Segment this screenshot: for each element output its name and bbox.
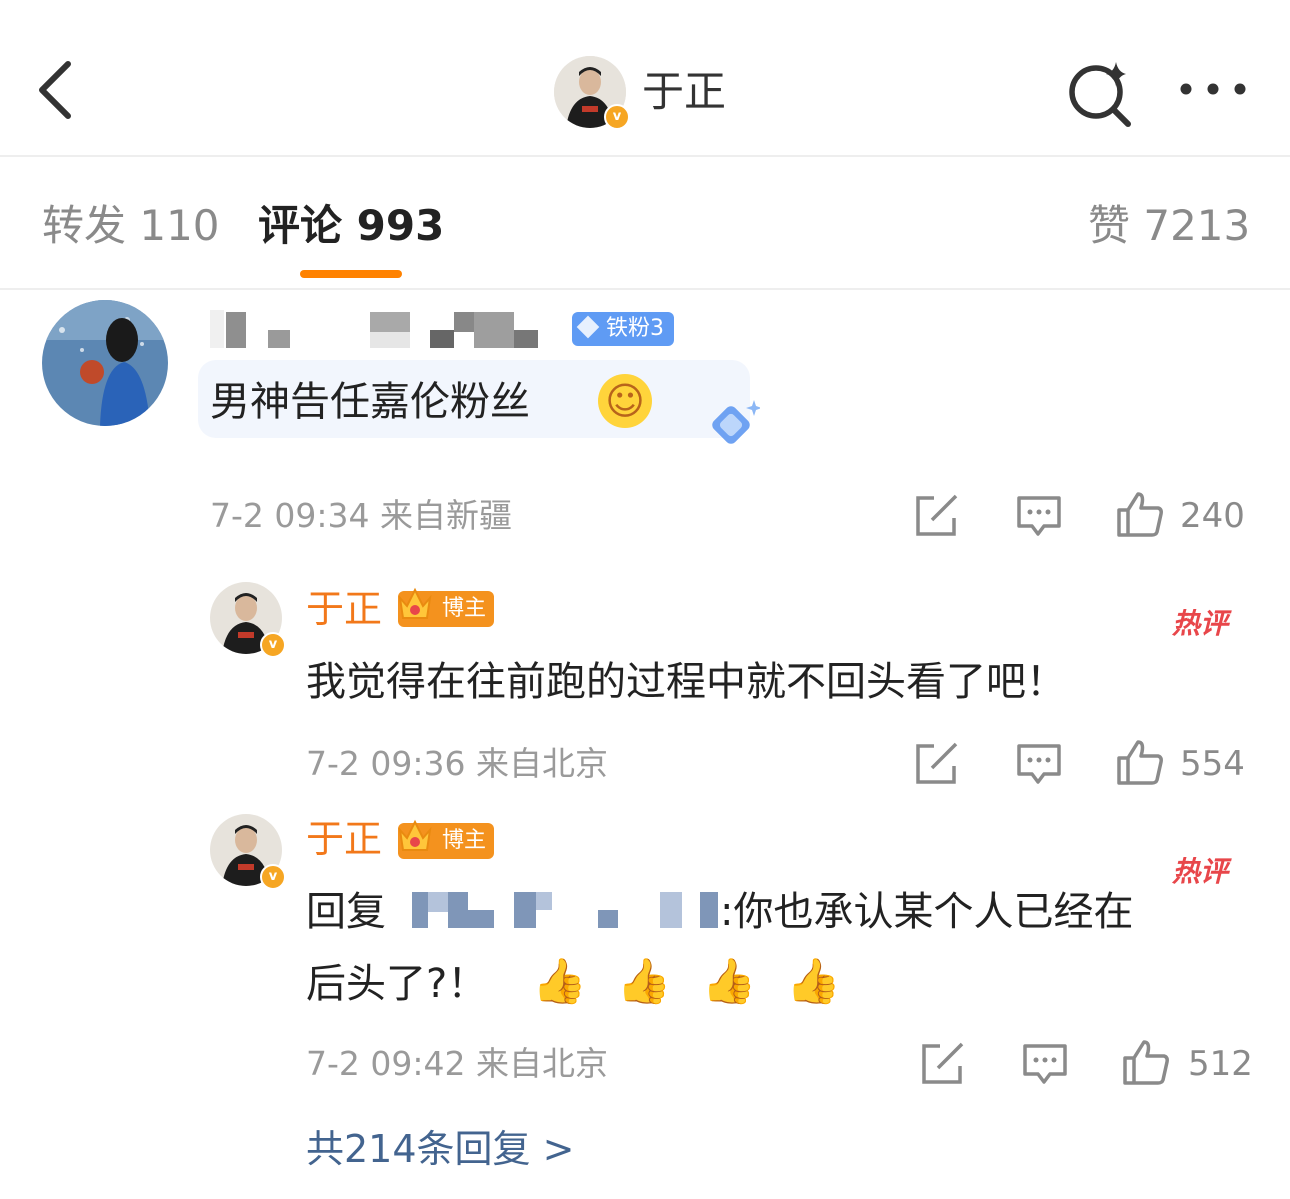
more-button[interactable]: [1176, 74, 1250, 104]
reply-text: 我觉得在往前跑的过程中就不回头看了吧！: [306, 659, 1066, 705]
back-button[interactable]: [30, 58, 90, 122]
like-button[interactable]: [1122, 1038, 1170, 1086]
fan-level-badge: 铁粉3: [572, 312, 674, 346]
hot-comment-badge: 热评: [1172, 855, 1229, 888]
crown-icon: [398, 586, 432, 619]
verified-badge-icon: v: [260, 864, 286, 890]
share-edit-icon: [922, 1042, 964, 1084]
divider: [0, 288, 1290, 290]
reply-prefix: 回复: [306, 889, 386, 935]
like-button[interactable]: [1116, 490, 1164, 538]
comment-meta: 7-2 09:34 来自新疆: [210, 496, 512, 535]
reply-text-line2: 后头了?！: [306, 961, 488, 1007]
reply-meta: 7-2 09:42 来自北京: [306, 1044, 608, 1083]
smile-emoji-icon: ☺: [598, 374, 652, 428]
verified-badge-icon: v: [604, 104, 630, 130]
reply-button[interactable]: [1016, 494, 1062, 538]
reply-author-name[interactable]: 于正: [306, 584, 382, 634]
repost-button[interactable]: [914, 742, 960, 786]
like-count: 240: [1180, 496, 1245, 536]
repost-button[interactable]: [914, 494, 960, 538]
search-button[interactable]: [1064, 58, 1136, 128]
comment-text: 男神告任嘉伦粉丝: [210, 379, 530, 425]
divider: [0, 155, 1290, 157]
comment-icon: [1017, 496, 1061, 536]
tab-comments[interactable]: 评论 993: [258, 196, 444, 256]
active-tab-indicator: [300, 270, 402, 278]
comment-icon: [1017, 744, 1061, 784]
header-title: 于正: [642, 67, 727, 116]
like-button[interactable]: [1116, 738, 1164, 786]
chevron-left-icon: [39, 61, 71, 119]
reply-button[interactable]: [1022, 1042, 1068, 1086]
reply-meta: 7-2 09:36 来自北京: [306, 744, 608, 783]
diamond-icon: [576, 315, 600, 339]
verified-badge-icon: v: [260, 632, 286, 658]
thumbs-up-icon: [1123, 1040, 1169, 1085]
reply-button[interactable]: [1016, 742, 1062, 786]
tab-likes[interactable]: 赞 7213: [1088, 196, 1250, 256]
bubble-decoration-icon: [700, 396, 762, 456]
crown-icon: [398, 818, 432, 851]
repost-button[interactable]: [920, 1042, 966, 1086]
like-count: 554: [1180, 744, 1245, 784]
thumbs-up-icon: [1117, 740, 1163, 785]
like-count: 512: [1188, 1044, 1253, 1084]
share-edit-icon: [916, 494, 958, 536]
reply-author-name[interactable]: 于正: [306, 814, 382, 864]
comment-icon: [1023, 1044, 1067, 1084]
tab-reposts[interactable]: 转发 110: [42, 196, 220, 256]
hot-comment-badge: 热评: [1172, 607, 1229, 640]
thumbs-up-icon: [1117, 492, 1163, 537]
commenter-avatar[interactable]: [42, 300, 168, 426]
more-dots-icon: [1180, 83, 1246, 95]
reply-text-line1: :你也承认某个人已经在: [720, 889, 1134, 935]
view-all-replies-link[interactable]: 共214条回复 >: [306, 1124, 574, 1174]
share-edit-icon: [916, 742, 958, 784]
search-sparkle-icon: [1069, 62, 1131, 127]
thumbs-up-emojis: 👍 👍 👍 👍: [532, 956, 850, 1007]
